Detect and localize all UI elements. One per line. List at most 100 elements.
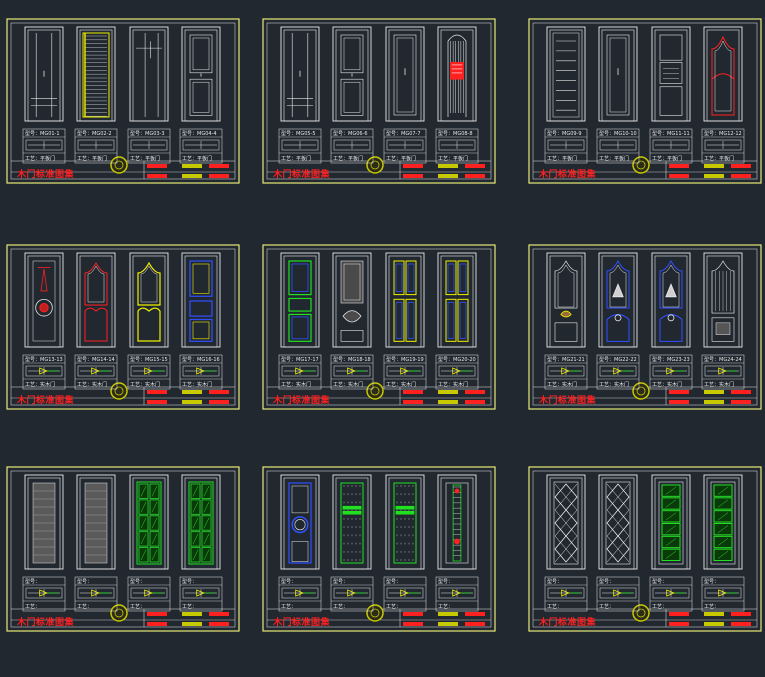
door-model-code: 型号：MG18-18 — [333, 357, 371, 363]
title-block-cell — [182, 390, 202, 394]
door-spec-text: 工艺：平板门 — [652, 156, 683, 162]
title-block-cell — [704, 622, 724, 626]
title-block-cell — [438, 612, 458, 616]
title-block-cell — [669, 400, 689, 404]
stamp-circle — [110, 382, 128, 400]
door-model-code: 型号：MG20-20 — [438, 357, 476, 363]
door-frame — [280, 252, 320, 348]
title-block-cell — [403, 174, 423, 178]
door-model-code: 型号：MG03-3 — [130, 131, 165, 137]
door-leaf — [132, 29, 166, 122]
door-model-code: 型号：MG13-13 — [25, 357, 63, 363]
door-spec-text: 工艺：实木门 — [130, 382, 161, 388]
door-frame — [437, 252, 477, 348]
door-spec-text: 工艺：平板门 — [438, 156, 469, 162]
title-block-cell — [704, 164, 724, 168]
door-leaf — [132, 477, 166, 570]
door-spec-text: 工艺：平板门 — [281, 156, 312, 162]
door-model-code: 型号： — [333, 579, 349, 585]
door-model-code: 型号：MG19-19 — [386, 357, 424, 363]
title-block-cell — [465, 174, 485, 178]
door-model-code: 型号：MG12-12 — [704, 131, 742, 137]
title-block-cell — [669, 612, 689, 616]
title-block-cell — [438, 622, 458, 626]
door-frame — [598, 252, 638, 348]
sheet-title: 木门标准图集 — [17, 396, 75, 406]
door-model-code: 型号： — [25, 579, 41, 585]
door-spec-text: 工艺：实木门 — [25, 382, 56, 388]
door-frame — [181, 474, 221, 570]
door-frame — [598, 474, 638, 570]
title-block-cell — [731, 174, 751, 178]
door-frame — [651, 26, 691, 122]
stamp-circle — [632, 156, 650, 174]
door-model-code: 型号：MG15-15 — [130, 357, 168, 363]
door-model-code: 型号：MG02-2 — [77, 131, 112, 137]
title-block-cell — [465, 400, 485, 404]
title-block-cell — [209, 390, 229, 394]
cad-drawing-canvas — [6, 18, 762, 632]
door-frame — [546, 252, 586, 348]
title-block-cell — [182, 612, 202, 616]
door-frame — [280, 474, 320, 570]
door-spec-text: 工艺：平板门 — [25, 156, 56, 162]
title-block-cell — [465, 164, 485, 168]
sheet-title: 木门标准图集 — [273, 396, 331, 406]
door-spec-text: 工艺：实木门 — [438, 382, 469, 388]
door-spec-text: 工艺：实木门 — [182, 382, 213, 388]
door-spec-text: 工艺： — [182, 604, 198, 610]
title-block-cell — [209, 174, 229, 178]
door-model-code: 型号：MG24-24 — [704, 357, 742, 363]
sheet-inner-border — [266, 470, 492, 628]
door-spec-text: 工艺：平板门 — [130, 156, 161, 162]
title-block-cell — [669, 622, 689, 626]
sheet-title: 木门标准图集 — [273, 170, 331, 180]
stamp-circle — [366, 382, 384, 400]
door-spec-text: 工艺：实木门 — [704, 382, 735, 388]
door-frame — [332, 474, 372, 570]
door-spec-text: 工艺： — [386, 604, 402, 610]
title-block-cell — [465, 612, 485, 616]
stamp-circle — [366, 156, 384, 174]
door-spec-text: 工艺：平板门 — [704, 156, 735, 162]
door-model-code: 型号： — [281, 579, 297, 585]
door-model-code: 型号： — [547, 579, 563, 585]
door-leaf — [549, 29, 583, 122]
door-frame — [76, 252, 116, 348]
door-spec-text: 工艺：实木门 — [652, 382, 683, 388]
title-block-cell — [465, 622, 485, 626]
stamp-circle — [110, 156, 128, 174]
title-block-cell — [182, 400, 202, 404]
door-spec-text: 工艺：平板门 — [182, 156, 213, 162]
title-block-cell — [438, 400, 458, 404]
door-frame — [385, 252, 425, 348]
title-block-cell — [147, 390, 167, 394]
title-block-cell — [731, 400, 751, 404]
door-model-code: 型号：MG10-10 — [599, 131, 637, 137]
stamp-circle — [110, 604, 128, 622]
title-block-cell — [182, 174, 202, 178]
title-block-cell — [465, 390, 485, 394]
sheet-title: 木门标准图集 — [17, 618, 75, 628]
title-block-cell — [731, 612, 751, 616]
door-model-code: 型号：MG06-6 — [333, 131, 368, 137]
door-frame — [385, 474, 425, 570]
door-model-code: 型号：MG09-9 — [547, 131, 582, 137]
door-model-code: 型号： — [182, 579, 198, 585]
door-model-code: 型号：MG22-22 — [599, 357, 637, 363]
door-model-code: 型号： — [599, 579, 615, 585]
sheet-title: 木门标准图集 — [17, 170, 75, 180]
title-block-cell — [209, 622, 229, 626]
door-leaf — [184, 477, 218, 570]
title-block-cell — [438, 174, 458, 178]
door-spec-text: 工艺：实木门 — [281, 382, 312, 388]
door-spec-text: 工艺：平板门 — [77, 156, 108, 162]
door-model-code: 型号： — [77, 579, 93, 585]
door-spec-text: 工艺：平板门 — [547, 156, 578, 162]
title-block-cell — [209, 164, 229, 168]
door-spec-text: 工艺：实木门 — [599, 382, 630, 388]
title-block-cell — [147, 174, 167, 178]
door-frame — [546, 474, 586, 570]
door-spec-text: 工艺： — [652, 604, 668, 610]
door-model-code: 型号： — [438, 579, 454, 585]
